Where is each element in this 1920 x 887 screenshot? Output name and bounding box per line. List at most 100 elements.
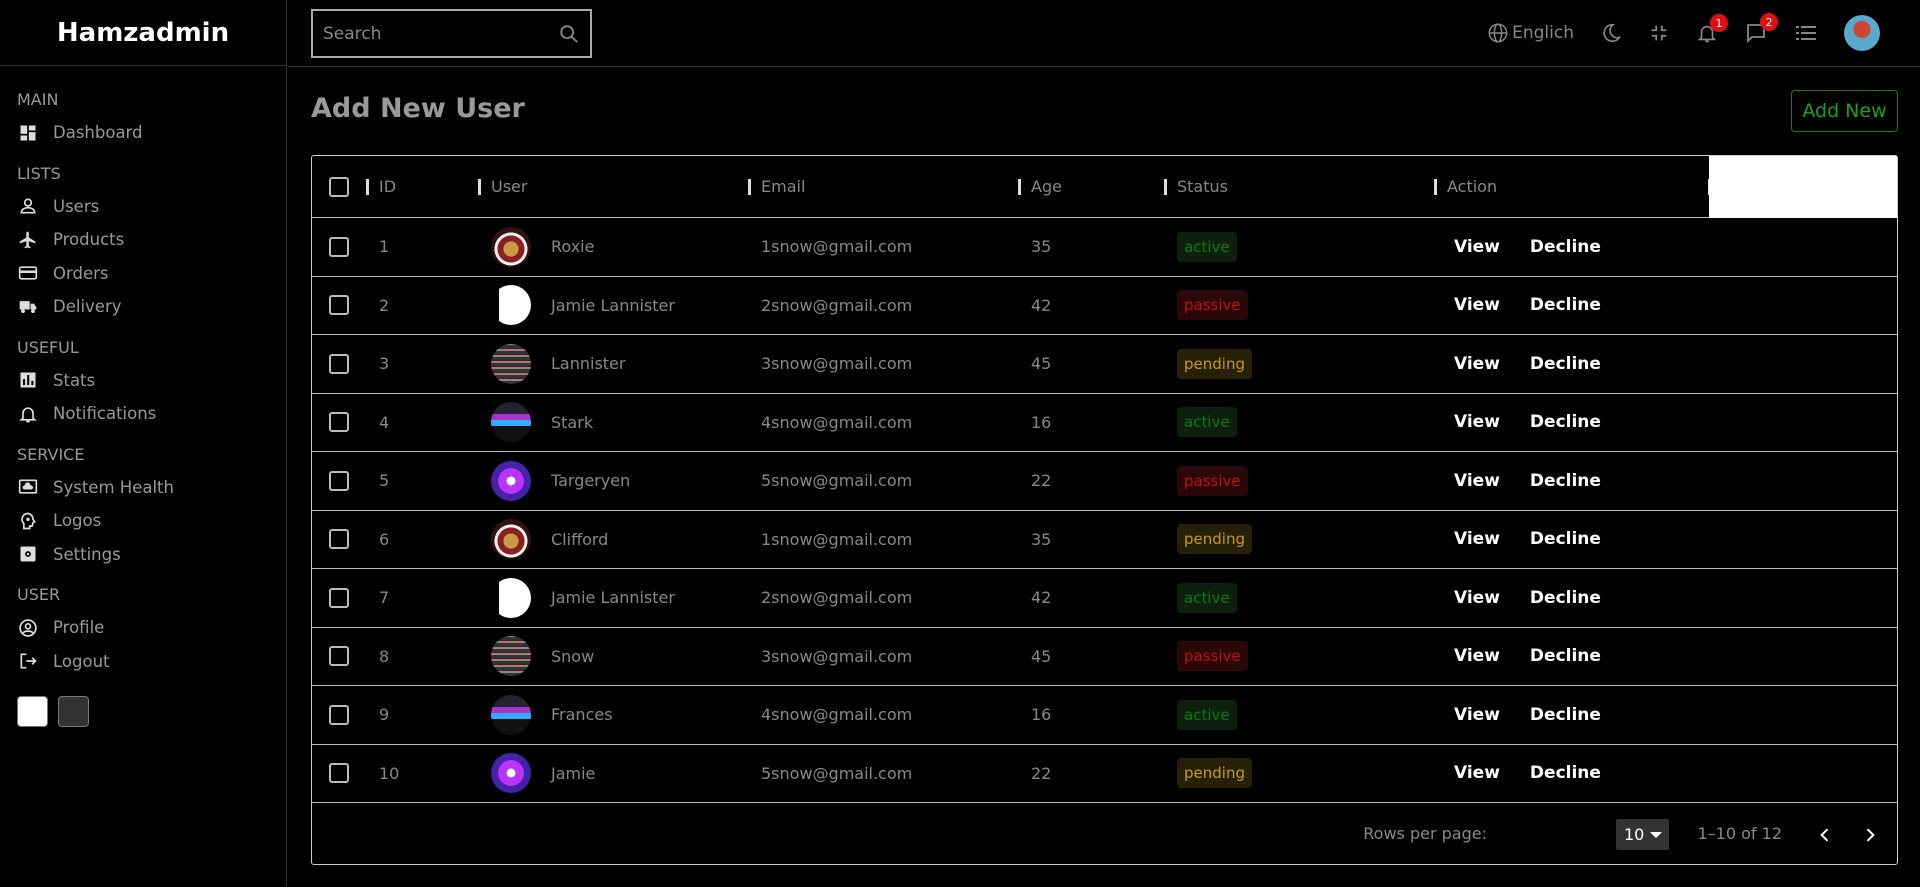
sidebar-item-orders[interactable]: Orders (17, 257, 286, 291)
cell-email: 5snow@gmail.com (761, 471, 913, 491)
language-selector[interactable]: Englich (1487, 22, 1574, 44)
add-new-button[interactable]: Add New (1791, 90, 1898, 132)
row-checkbox[interactable] (329, 470, 349, 491)
view-button[interactable]: View (1454, 763, 1500, 783)
cell-status: active (1177, 218, 1237, 276)
view-button[interactable]: View (1454, 412, 1500, 432)
column-separator[interactable] (1434, 179, 1437, 195)
cell-age: 45 (1031, 646, 1052, 666)
decline-button[interactable]: Decline (1530, 471, 1601, 491)
row-checkbox[interactable] (329, 236, 349, 257)
column-header-action[interactable]: Action (1447, 156, 1497, 217)
decline-button[interactable]: Decline (1530, 588, 1601, 608)
column-header-status[interactable]: Status (1177, 156, 1228, 217)
cell-age: 22 (1031, 471, 1052, 491)
column-header-id[interactable]: ID (379, 156, 396, 217)
chevron-right-icon (1866, 828, 1875, 842)
dark-theme-option[interactable] (58, 696, 89, 727)
table-row[interactable]: 4 Stark 4snow@gmail.com 16 active View D… (312, 394, 1897, 452)
notifications-button[interactable]: 1 (1696, 14, 1728, 44)
cell-id: 10 (379, 763, 400, 783)
fullscreen-exit-button[interactable] (1648, 22, 1670, 44)
column-separator[interactable] (1164, 179, 1167, 195)
sidebar-item-label: Notifications (53, 404, 157, 424)
search-input[interactable] (323, 23, 558, 44)
column-header-email[interactable]: Email (761, 156, 805, 217)
table-row[interactable]: 3 Lannister 3snow@gmail.com 45 pending V… (312, 335, 1897, 394)
view-button[interactable]: View (1454, 529, 1500, 549)
sidebar-item-label: Logos (53, 511, 102, 531)
decline-button[interactable]: Decline (1530, 412, 1601, 432)
column-header-user[interactable]: User (491, 156, 527, 217)
prev-page-button[interactable] (1810, 820, 1840, 850)
row-checkbox[interactable] (329, 529, 349, 550)
view-button[interactable]: View (1454, 705, 1500, 725)
decline-button[interactable]: Decline (1530, 237, 1601, 257)
sidebar-item-logos[interactable]: Logos (17, 504, 286, 538)
select-all-checkbox[interactable] (329, 176, 349, 197)
user-menu[interactable] (1844, 15, 1880, 51)
sidebar-item-system-health[interactable]: System Health (17, 471, 286, 505)
row-checkbox[interactable] (329, 646, 349, 667)
decline-button[interactable]: Decline (1530, 646, 1601, 666)
view-button[interactable]: View (1454, 237, 1500, 257)
app-logo[interactable]: Hamzadmin (57, 18, 229, 48)
sidebar-item-notifications[interactable]: Notifications (17, 397, 286, 431)
cell-action: View Decline (1454, 452, 1631, 510)
row-checkbox[interactable] (329, 704, 349, 725)
row-checkbox[interactable] (329, 353, 349, 374)
sidebar-item-dashboard[interactable]: Dashboard (17, 116, 286, 150)
sidebar-item-users[interactable]: Users (17, 190, 286, 224)
table-row[interactable]: 7 Jamie Lannister 2snow@gmail.com 42 act… (312, 569, 1897, 628)
cell-user: Frances (491, 686, 613, 744)
list-menu-button[interactable] (1794, 21, 1818, 45)
view-button[interactable]: View (1454, 295, 1500, 315)
column-separator[interactable] (1018, 179, 1021, 195)
search-icon[interactable] (558, 23, 580, 45)
light-theme-option[interactable] (17, 696, 48, 727)
table-row[interactable]: 2 Jamie Lannister 2snow@gmail.com 42 pas… (312, 277, 1897, 335)
sidebar-item-stats[interactable]: Stats (17, 364, 286, 398)
table-row[interactable]: 10 Jamie 5snow@gmail.com 22 pending View… (312, 745, 1897, 803)
column-separator[interactable] (478, 179, 481, 195)
table-row[interactable]: 9 Frances 4snow@gmail.com 16 active View… (312, 686, 1897, 745)
column-header-age[interactable]: Age (1031, 156, 1062, 217)
view-button[interactable]: View (1454, 588, 1500, 608)
cell-age: 35 (1031, 529, 1052, 549)
sidebar-item-label: Users (53, 196, 100, 216)
user-avatar (491, 694, 531, 735)
table-row[interactable]: 8 Snow 3snow@gmail.com 45 passive View D… (312, 628, 1897, 686)
table-row[interactable]: 6 Clifford 1snow@gmail.com 35 pending Vi… (312, 511, 1897, 569)
sidebar-item-products[interactable]: Products (17, 223, 286, 257)
column-separator[interactable] (748, 179, 751, 195)
row-checkbox[interactable] (329, 412, 349, 433)
sidebar-item-profile[interactable]: Profile (17, 611, 286, 645)
cell-user: Stark (491, 394, 593, 452)
sidebar-item-logout[interactable]: Logout (17, 645, 286, 679)
decline-button[interactable]: Decline (1530, 705, 1601, 725)
view-button[interactable]: View (1454, 354, 1500, 374)
row-checkbox[interactable] (329, 587, 349, 608)
list-icon (1796, 26, 1816, 40)
decline-button[interactable]: Decline (1530, 295, 1601, 315)
row-checkbox[interactable] (329, 763, 349, 784)
user-name: Stark (551, 412, 594, 432)
table-row[interactable]: 5 Targeryen 5snow@gmail.com 22 passive V… (312, 452, 1897, 511)
cell-user: Clifford (491, 511, 608, 569)
decline-button[interactable]: Decline (1530, 763, 1601, 783)
column-separator[interactable] (366, 179, 369, 195)
messages-button[interactable]: 2 (1744, 13, 1778, 45)
table-row[interactable]: 1 Roxie 1snow@gmail.com 35 active View D… (312, 218, 1897, 277)
sidebar-item-delivery[interactable]: Delivery (17, 290, 286, 324)
next-page-button[interactable] (1855, 820, 1885, 850)
language-label: Englich (1512, 23, 1574, 43)
rows-per-page-select[interactable]: 10 (1616, 819, 1669, 850)
row-checkbox[interactable] (329, 295, 349, 316)
view-button[interactable]: View (1454, 471, 1500, 491)
view-button[interactable]: View (1454, 646, 1500, 666)
sidebar-item-settings[interactable]: Settings (17, 538, 286, 572)
decline-button[interactable]: Decline (1530, 354, 1601, 374)
cell-action: View Decline (1454, 218, 1631, 276)
dark-mode-toggle[interactable] (1600, 22, 1622, 44)
decline-button[interactable]: Decline (1530, 529, 1601, 549)
